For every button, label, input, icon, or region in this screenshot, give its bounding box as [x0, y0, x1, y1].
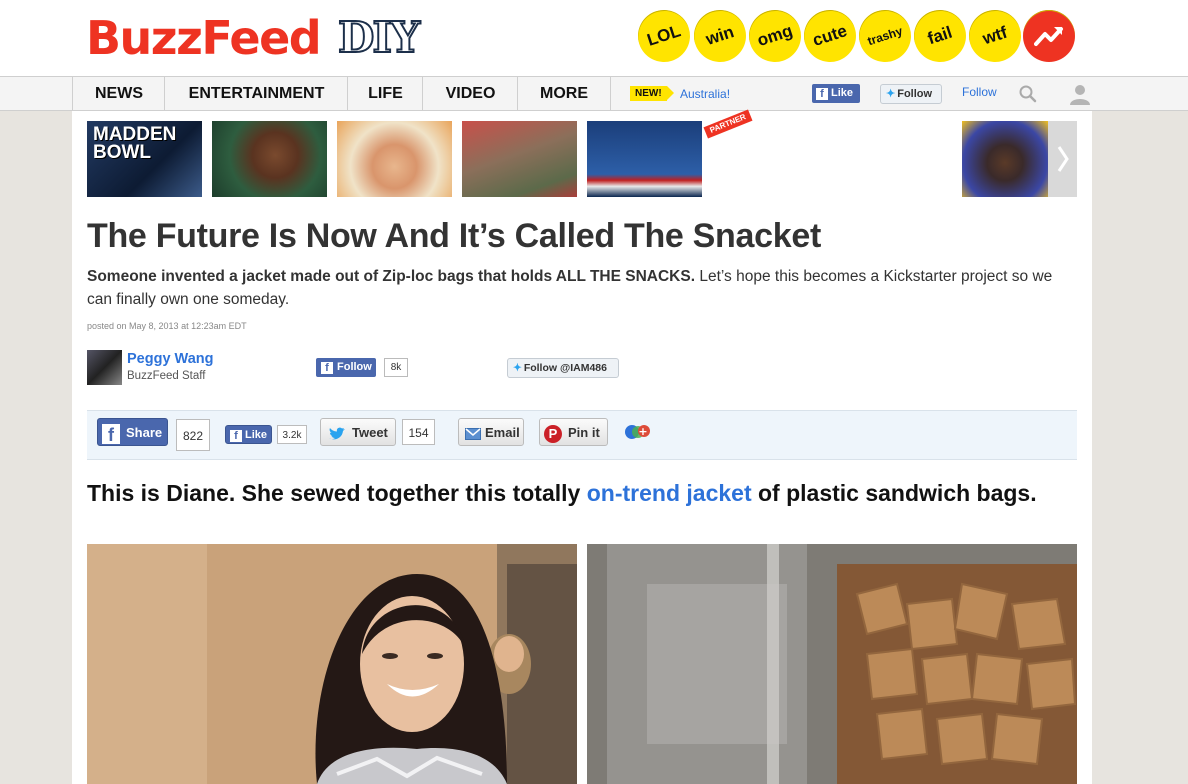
- twitter-bird-icon: [329, 427, 345, 439]
- badge-wtf[interactable]: wtf: [962, 3, 1028, 69]
- search-icon[interactable]: [1018, 84, 1038, 104]
- facebook-icon: f: [102, 423, 120, 445]
- user-icon[interactable]: [1068, 82, 1092, 106]
- tweet-button[interactable]: Tweet: [320, 418, 396, 446]
- pin-it-button[interactable]: P Pin it: [539, 418, 608, 446]
- follow-link[interactable]: Follow: [962, 85, 997, 99]
- nav-news[interactable]: NEWS: [72, 77, 165, 110]
- nav-life[interactable]: LIFE: [347, 77, 423, 110]
- madden-thumb-text: MADDEN BOWL: [93, 124, 177, 163]
- badge-lol[interactable]: LOL: [631, 3, 697, 69]
- facebook-like-button[interactable]: f Like: [812, 84, 860, 103]
- diy-logo[interactable]: DIY: [337, 13, 421, 63]
- author-facebook-follow-button[interactable]: f Follow: [316, 358, 376, 377]
- nav-entertainment[interactable]: ENTERTAINMENT: [164, 77, 348, 110]
- facebook-like-button-2[interactable]: f Like: [225, 425, 272, 444]
- twitter-bird-icon: ✦: [886, 88, 896, 100]
- author-facebook-follow-count: 8k: [384, 358, 408, 377]
- thumbnail-news[interactable]: [587, 121, 702, 197]
- facebook-like-count: 3.2k: [277, 425, 307, 444]
- svg-text:+: +: [638, 425, 647, 438]
- thumbnail-woman[interactable]: [212, 121, 327, 197]
- article-title: The Future Is Now And It’s Called The Sn…: [87, 217, 821, 255]
- main-nav: NEWS ENTERTAINMENT LIFE VIDEO MORE NEW! …: [0, 77, 1188, 111]
- nav-video[interactable]: VIDEO: [422, 77, 518, 110]
- on-trend-jacket-link[interactable]: on-trend jacket: [587, 480, 752, 506]
- badge-trashy[interactable]: trashy: [852, 3, 918, 69]
- photo-diane: [87, 544, 577, 784]
- chevron-right-icon: [1057, 146, 1069, 172]
- description-bold: Someone invented a jacket made out of Zi…: [87, 268, 696, 285]
- facebook-icon: f: [230, 430, 242, 442]
- facebook-share-count: 822: [176, 419, 210, 451]
- buzzfeed-logo[interactable]: BuzzFeed: [86, 10, 322, 66]
- thumbnail-scream[interactable]: [337, 121, 452, 197]
- article-description: Someone invented a jacket made out of Zi…: [87, 265, 1077, 311]
- thumbnail-kiss[interactable]: [462, 121, 577, 197]
- author-name[interactable]: Peggy Wang: [127, 351, 213, 367]
- google-plus-icon[interactable]: +: [624, 422, 652, 442]
- twitter-bird-icon: ✦: [513, 362, 522, 374]
- badge-win[interactable]: win: [687, 3, 753, 69]
- section-heading: This is Diane. She sewed together this t…: [87, 480, 1037, 506]
- facebook-icon: f: [816, 88, 828, 100]
- top-bar: BuzzFeed DIY LOL win omg cute trashy fai…: [0, 0, 1188, 77]
- tweet-count: 154: [402, 419, 435, 445]
- pinterest-icon: P: [544, 424, 562, 443]
- twitter-follow-button[interactable]: ✦ Follow: [880, 84, 942, 104]
- thumbnail-madden[interactable]: MADDEN BOWL: [87, 121, 202, 197]
- author-role: BuzzFeed Staff: [127, 370, 206, 382]
- trending-arrow-icon[interactable]: [1023, 10, 1075, 62]
- new-badge: NEW!: [630, 86, 674, 101]
- badge-cute[interactable]: cute: [797, 3, 863, 69]
- photo-snack-bag: [587, 544, 1077, 784]
- email-button[interactable]: Email: [458, 418, 524, 446]
- carousel-next-button[interactable]: [1048, 121, 1077, 197]
- thumbnail-band[interactable]: [962, 121, 1048, 197]
- posted-date: posted on May 8, 2013 at 12:23am EDT: [87, 321, 247, 331]
- badge-fail[interactable]: fail: [907, 3, 973, 69]
- author-avatar[interactable]: [87, 350, 122, 385]
- author-twitter-follow-button[interactable]: ✦ Follow @IAM486: [507, 358, 619, 378]
- badge-omg[interactable]: omg: [742, 3, 808, 69]
- nav-more[interactable]: MORE: [517, 77, 611, 110]
- envelope-icon: [465, 427, 481, 440]
- edition-link[interactable]: Australia!: [680, 86, 730, 102]
- facebook-icon: f: [321, 362, 333, 374]
- facebook-share-button[interactable]: f Share: [97, 418, 168, 446]
